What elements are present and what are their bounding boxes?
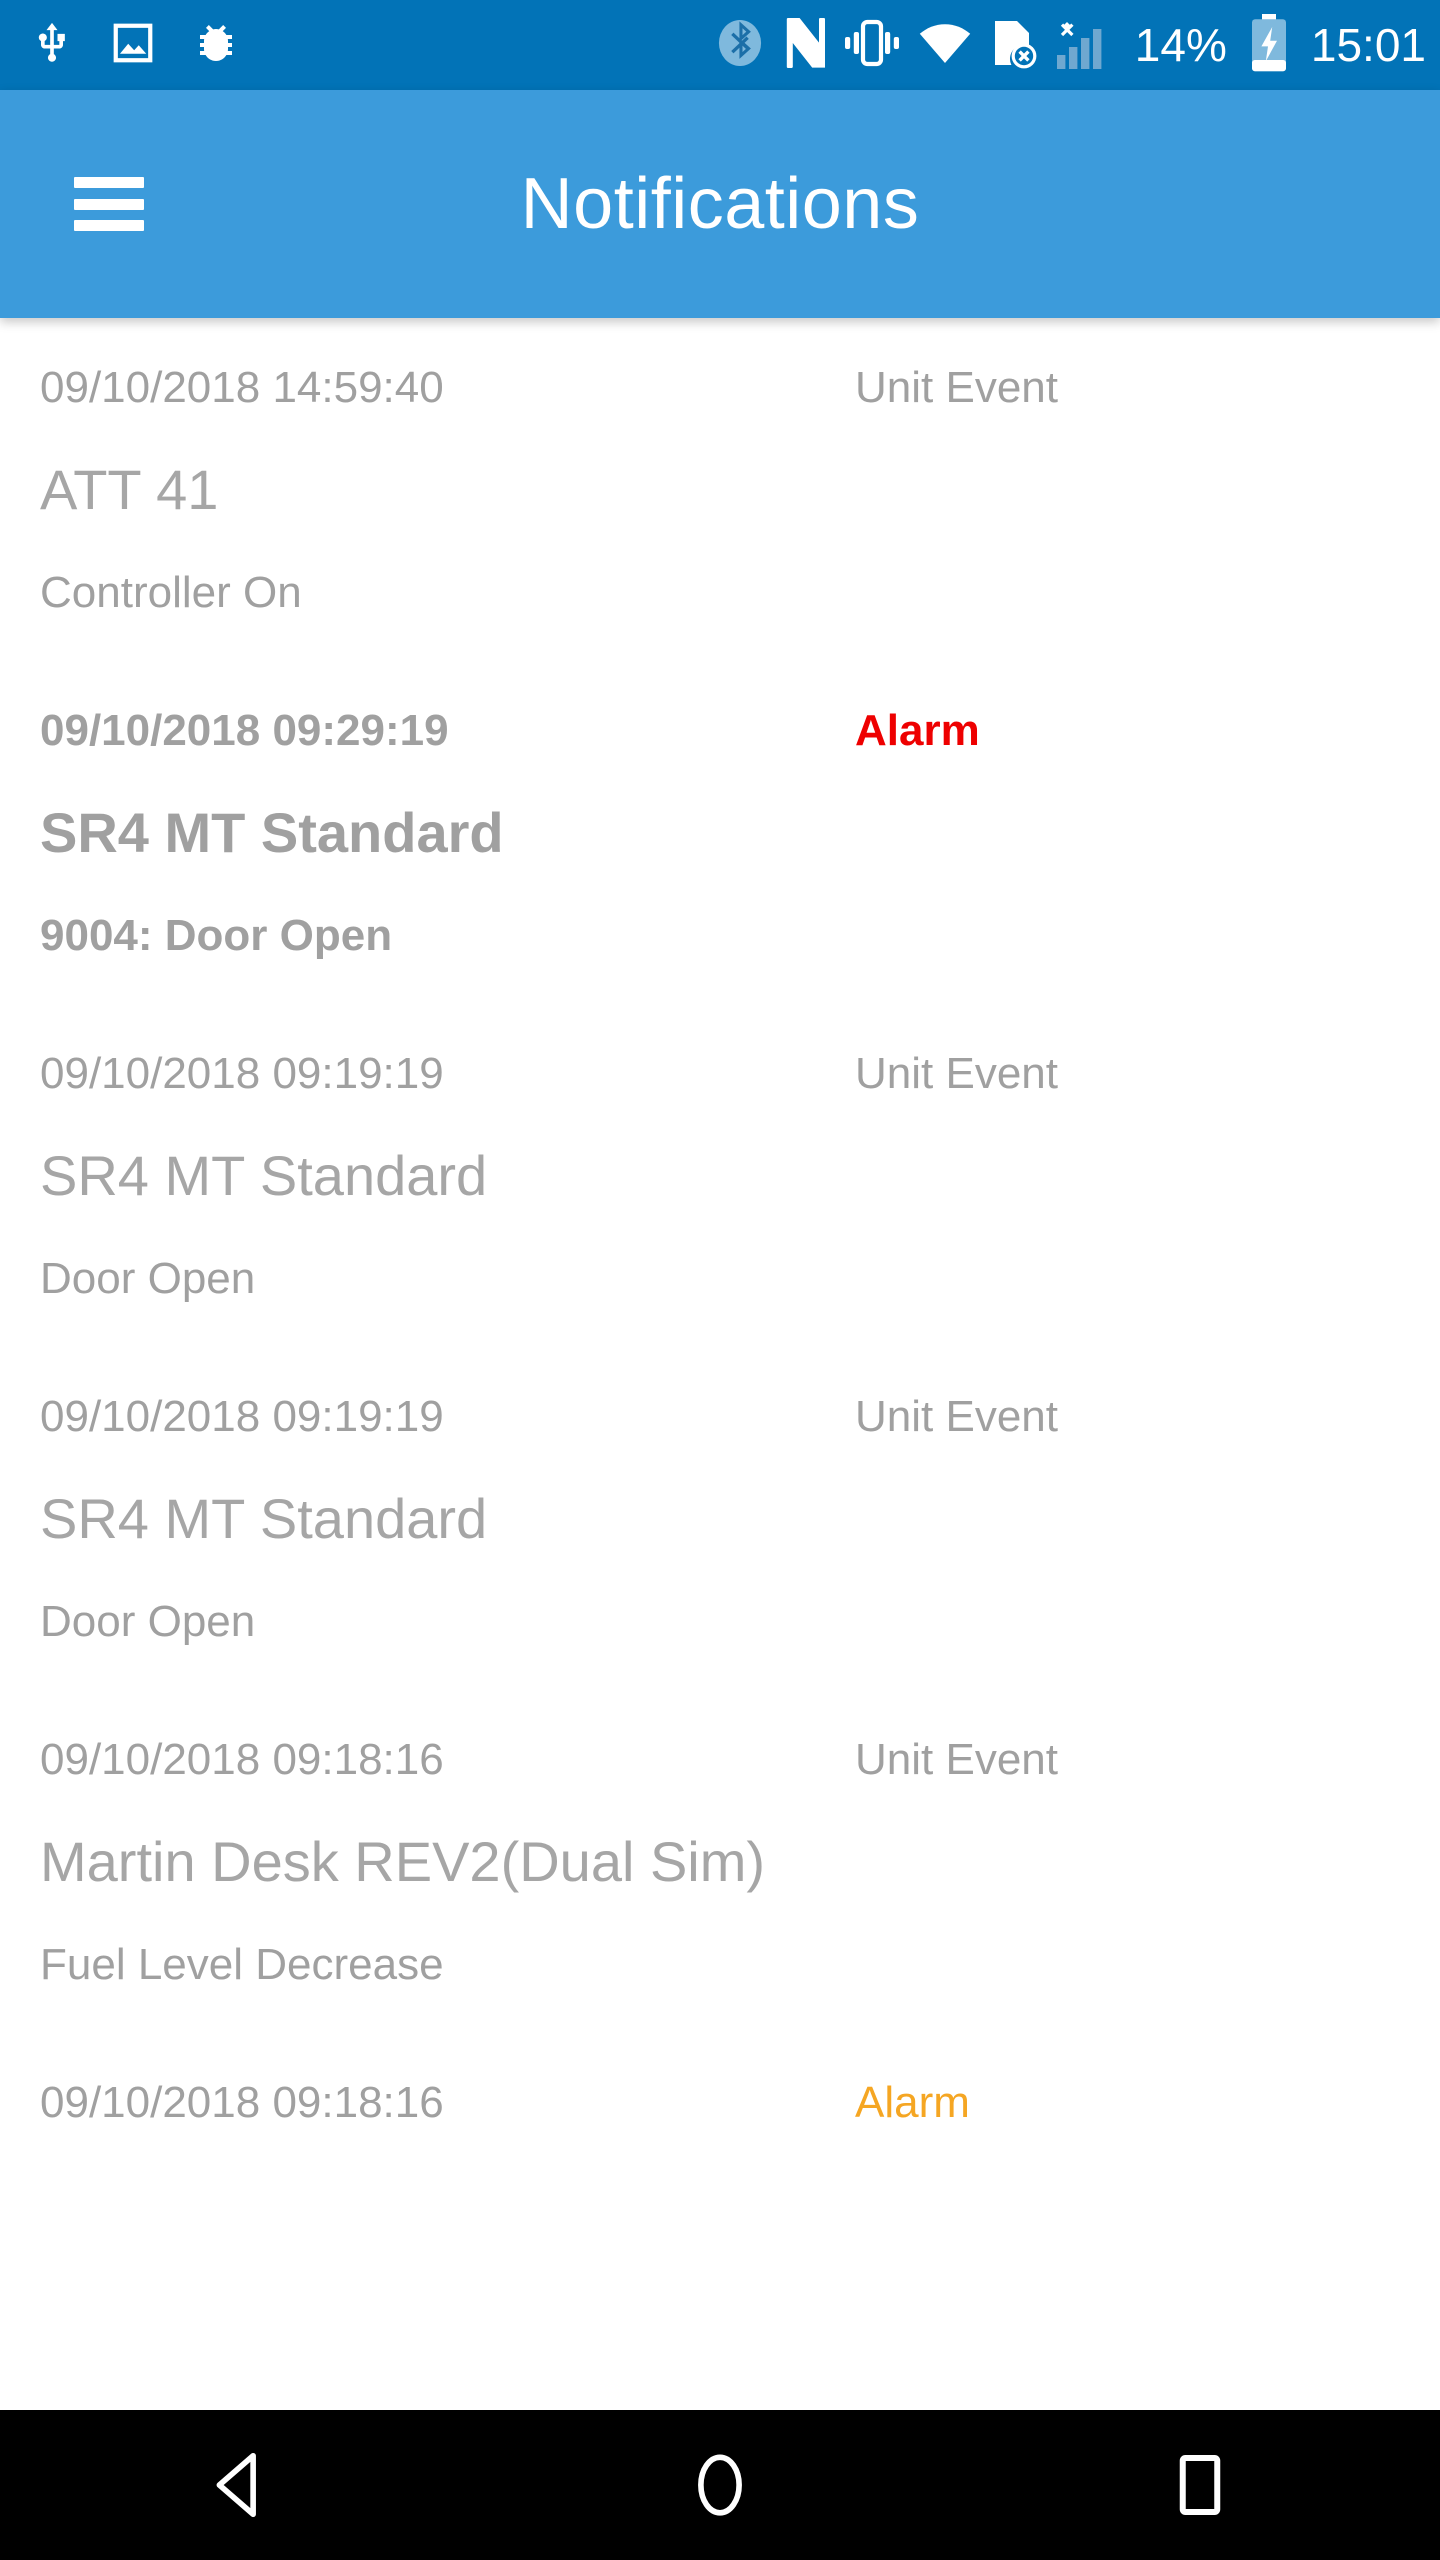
notification-type-badge: Unit Event	[855, 1735, 1058, 1784]
notification-title: Martin Desk REV2(Dual Sim)	[40, 1830, 766, 1893]
notification-timestamp: 09/10/2018 09:18:16	[40, 2078, 444, 2127]
wifi-icon	[919, 22, 971, 69]
notification-header-row: 09/10/2018 09:19:19 Unit Event	[40, 1048, 1400, 1100]
notification-item[interactable]: 09/10/2018 09:19:19 Unit Event SR4 MT St…	[0, 1347, 1440, 1690]
page-title: Notifications	[520, 164, 920, 244]
notification-list[interactable]: 09/10/2018 14:59:40 Unit Event ATT 41 Co…	[0, 318, 1440, 2260]
cellular-signal-off-icon	[1055, 15, 1117, 76]
notification-item[interactable]: 09/10/2018 14:59:40 Unit Event ATT 41 Co…	[0, 318, 1440, 661]
status-bar-left-icons	[30, 18, 240, 73]
status-bar: 14% 15:01	[0, 0, 1440, 90]
app-bar: Notifications	[0, 90, 1440, 318]
notification-title: ATT 41	[40, 458, 219, 521]
notification-item[interactable]: 09/10/2018 09:18:16 Alarm	[0, 2033, 1440, 2171]
debug-bug-icon	[192, 19, 240, 72]
nav-back-button[interactable]	[120, 2410, 360, 2560]
notification-timestamp: 09/10/2018 09:19:19	[40, 1049, 444, 1098]
battery-percent-label: 14%	[1134, 19, 1227, 71]
nav-home-button[interactable]	[600, 2410, 840, 2560]
notification-title: SR4 MT Standard	[40, 1144, 488, 1207]
notification-timestamp: 09/10/2018 09:18:16	[40, 1735, 444, 1784]
notification-item[interactable]: 09/10/2018 09:29:19 Alarm SR4 MT Standar…	[0, 661, 1440, 1004]
screenshot-icon	[110, 20, 156, 71]
notification-type-badge: Unit Event	[855, 1392, 1058, 1441]
notification-timestamp: 09/10/2018 09:29:19	[40, 706, 449, 755]
notification-timestamp: 09/10/2018 14:59:40	[40, 363, 444, 412]
clock-label: 15:01	[1310, 19, 1426, 71]
notification-header-row: 09/10/2018 09:29:19 Alarm	[40, 705, 1400, 757]
notification-timestamp: 09/10/2018 09:19:19	[40, 1392, 444, 1441]
notification-header-row: 09/10/2018 09:18:16 Unit Event	[40, 1734, 1400, 1786]
android-navigation-bar	[0, 2410, 1440, 2560]
notification-title: SR4 MT Standard	[40, 1487, 488, 1550]
notification-header-row: 09/10/2018 14:59:40 Unit Event	[40, 362, 1400, 414]
notification-type-badge: Unit Event	[855, 1049, 1058, 1098]
notification-description: Door Open	[40, 1254, 256, 1303]
notification-description: Fuel Level Decrease	[40, 1940, 444, 1989]
bluetooth-icon	[717, 16, 763, 75]
phone-screen: 14% 15:01 Notifications 09/10/2018 14:59…	[0, 0, 1440, 2560]
notification-description: 9004: Door Open	[40, 911, 393, 960]
notification-header-row: 09/10/2018 09:18:16 Alarm	[40, 2077, 1400, 2129]
nfc-icon	[781, 16, 825, 75]
notification-description: Door Open	[40, 1597, 256, 1646]
nav-recents-button[interactable]	[1080, 2410, 1320, 2560]
notification-title: SR4 MT Standard	[40, 801, 504, 864]
notification-type-badge: Unit Event	[855, 363, 1058, 412]
notification-type-badge: Alarm	[855, 706, 980, 755]
status-bar-right-icons: 14% 15:01	[717, 13, 1426, 77]
notification-header-row: 09/10/2018 09:19:19 Unit Event	[40, 1391, 1400, 1443]
battery-charging-icon	[1249, 13, 1289, 77]
usb-icon	[30, 18, 74, 73]
notification-item[interactable]: 09/10/2018 09:18:16 Unit Event Martin De…	[0, 1690, 1440, 2033]
vibrate-icon	[843, 19, 901, 72]
sim-card-error-icon	[989, 17, 1037, 74]
notification-type-badge: Alarm	[855, 2078, 970, 2127]
notification-item[interactable]: 09/10/2018 09:19:19 Unit Event SR4 MT St…	[0, 1004, 1440, 1347]
notification-description: Controller On	[40, 568, 302, 617]
